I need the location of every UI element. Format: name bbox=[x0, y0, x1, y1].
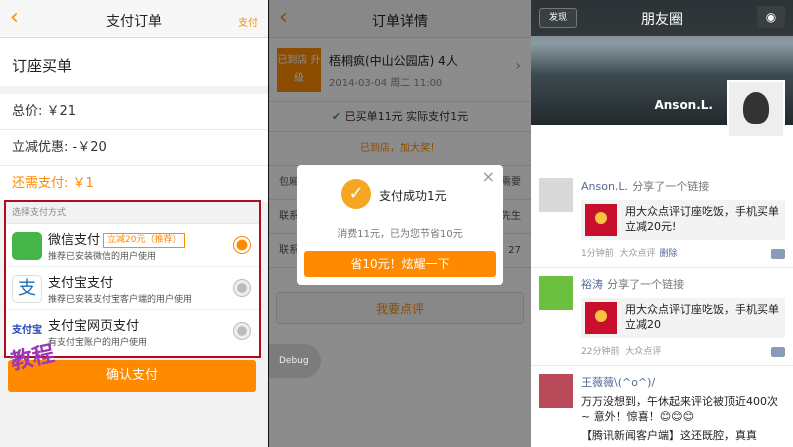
link-card[interactable]: 用大众点评订座吃饭，手机买单立减20元! bbox=[581, 200, 785, 240]
amount-due-label: 还需支付: bbox=[12, 176, 69, 191]
red-envelope-icon bbox=[585, 302, 617, 334]
link-card[interactable]: 用大众点评订座吃饭，手机买单立减20 bbox=[581, 298, 785, 338]
delete-link[interactable]: 删除 bbox=[659, 249, 677, 259]
page-title: 支付订单 bbox=[106, 14, 162, 30]
debug-button[interactable]: Debug bbox=[269, 344, 321, 378]
poster-name[interactable]: Anson.L. bbox=[581, 180, 628, 193]
amount-due: 还需支付: ￥1 bbox=[0, 166, 268, 202]
section-label: 选择支付方式 bbox=[6, 202, 259, 224]
option-desc: 推荐已安装支付宝客户端的用户使用 bbox=[48, 295, 193, 305]
moments-screen: 发现 朋友圈 ◉ Anson.L. Anson.L. 分享了一个链接 用大众点评… bbox=[531, 0, 793, 447]
option-desc: 有支付宝账户的用户使用 bbox=[48, 338, 148, 348]
option-name: 支付宝网页支付 bbox=[48, 319, 140, 334]
option-name: 微信支付 立减20元（推荐） bbox=[48, 229, 186, 248]
link-text: 用大众点评订座吃饭，手机买单立减20元! bbox=[625, 205, 779, 233]
option-name: 支付宝支付 bbox=[48, 276, 114, 291]
avatar[interactable] bbox=[539, 178, 573, 212]
post-text: 万万没想到，午休起来评论被顶近400次~ 意外！惊喜！😊😊😊 bbox=[581, 395, 778, 423]
avatar[interactable] bbox=[539, 374, 573, 408]
pay-order-screen: ‹ 支付订单 支付 订座买单 总价: ￥21 立减优惠: -￥20 还需支付: … bbox=[0, 0, 268, 447]
poster-name[interactable]: 裕涛 bbox=[581, 278, 603, 291]
recommend-tag: 立减20元（推荐） bbox=[103, 233, 186, 248]
link-text: 用大众点评订座吃饭，手机买单立减20 bbox=[625, 303, 779, 331]
order-detail-screen: ‹ 订单详情 已到店 升级 梧桐疯(中山公园店) 4人 2014-03-04 周… bbox=[269, 0, 531, 447]
share-button[interactable]: 省10元！炫耀一下 bbox=[304, 251, 496, 277]
feed-post: Anson.L. 分享了一个链接 用大众点评订座吃饭，手机买单立减20元! 1分… bbox=[531, 170, 793, 268]
success-dialog: × ✓ 支付成功1元 消费11元，已为您节省10元 省10元！炫耀一下 bbox=[297, 165, 503, 285]
post-action: 分享了一个链接 bbox=[607, 278, 685, 291]
radio-unselected[interactable] bbox=[233, 322, 251, 340]
post-action: 分享了一个链接 bbox=[632, 180, 710, 193]
alipay-icon: 支 bbox=[12, 275, 42, 303]
wechat-icon bbox=[12, 232, 42, 260]
dialog-subtitle: 消费11元，已为您节省10元 bbox=[337, 229, 463, 240]
post-meta: 1分钟前 大众点评 删除 bbox=[581, 249, 678, 259]
comment-icon[interactable] bbox=[771, 347, 785, 357]
poster-name[interactable]: 王薇薇\(^o^)/ bbox=[581, 376, 655, 389]
amount-due-value: ￥1 bbox=[72, 176, 94, 191]
dialog-title: 支付成功1元 bbox=[379, 189, 447, 203]
option-alipay[interactable]: 支 支付宝支付 推荐已安装支付宝客户端的用户使用 bbox=[6, 267, 259, 310]
discount: 立减优惠: -￥20 bbox=[0, 130, 268, 166]
radio-selected[interactable] bbox=[233, 236, 251, 254]
page-title: 朋友圈 bbox=[641, 12, 683, 28]
total-price: 总价: ￥21 bbox=[0, 94, 268, 130]
header-right-link[interactable]: 支付 bbox=[238, 14, 258, 29]
user-name: Anson.L. bbox=[654, 98, 713, 112]
success-check-icon: ✓ bbox=[341, 179, 371, 209]
moments-feed: Anson.L. 分享了一个链接 用大众点评订座吃饭，手机买单立减20元! 1分… bbox=[531, 170, 793, 447]
post-extra: 【腾讯新闻客户端】这还既腔，真真 bbox=[581, 429, 757, 442]
red-envelope-icon bbox=[585, 204, 617, 236]
option-wechat-pay[interactable]: 微信支付 立减20元（推荐） 推荐已安装微信的用户使用 bbox=[6, 224, 259, 267]
radio-unselected[interactable] bbox=[233, 279, 251, 297]
camera-icon[interactable]: ◉ bbox=[757, 6, 785, 28]
close-icon[interactable]: × bbox=[482, 167, 495, 186]
comment-icon[interactable] bbox=[771, 249, 785, 259]
payment-methods: 选择支付方式 微信支付 立减20元（推荐） 推荐已安装微信的用户使用 支 支付宝支… bbox=[4, 200, 261, 358]
order-name: 订座买单 bbox=[0, 38, 268, 94]
feed-post: 裕涛 分享了一个链接 用大众点评订座吃饭，手机买单立减20 22分钟前 大众点评 bbox=[531, 268, 793, 366]
header: 发现 朋友圈 ◉ bbox=[531, 0, 793, 36]
order-summary: 订座买单 总价: ￥21 立减优惠: -￥20 还需支付: ￥1 bbox=[0, 38, 268, 202]
header: ‹ 支付订单 支付 bbox=[0, 0, 268, 38]
avatar[interactable] bbox=[539, 276, 573, 310]
option-desc: 推荐已安装微信的用户使用 bbox=[48, 252, 157, 262]
avatar[interactable] bbox=[727, 80, 785, 138]
post-meta: 22分钟前 大众点评 bbox=[581, 347, 662, 357]
feed-post: 王薇薇\(^o^)/ 万万没想到，午休起来评论被顶近400次~ 意外！惊喜！😊😊… bbox=[531, 366, 793, 447]
